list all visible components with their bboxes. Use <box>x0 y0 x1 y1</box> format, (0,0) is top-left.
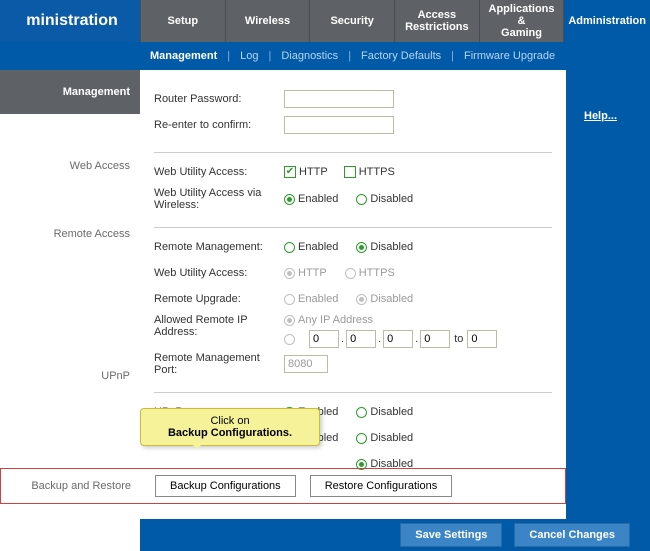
radio-icon <box>284 242 295 253</box>
radio-rm-disabled[interactable]: Disabled <box>356 241 413 253</box>
ip-to-label: to <box>454 333 463 345</box>
radio-icon <box>356 294 367 305</box>
radio-icon <box>356 194 367 205</box>
label-web-util-wireless: Web Utility Access via Wireless: <box>154 187 284 211</box>
radio-label: Disabled <box>370 241 413 253</box>
tab-access-restrictions[interactable]: Access Restrictions <box>394 0 479 42</box>
ip-octet-3[interactable] <box>383 330 413 348</box>
tab-setup[interactable]: Setup <box>140 0 225 42</box>
reenter-password-input[interactable] <box>284 116 394 134</box>
radio-icon <box>356 407 367 418</box>
radio-label: HTTP <box>298 267 327 279</box>
backup-configurations-button[interactable]: Backup Configurations <box>155 475 296 497</box>
router-password-input[interactable] <box>284 90 394 108</box>
radio-label: Disabled <box>370 193 413 205</box>
ip-octet-1[interactable] <box>309 330 339 348</box>
label-remote-upgrade: Remote Upgrade: <box>154 293 284 305</box>
radio-icon <box>284 315 295 326</box>
help-link[interactable]: Help... <box>566 110 650 122</box>
subtab-log[interactable]: Log <box>230 50 268 62</box>
radio-icon <box>356 242 367 253</box>
checkbox-http-label: HTTP <box>299 166 328 178</box>
radio-ru-enabled[interactable]: Enabled <box>284 293 338 305</box>
radio-label: HTTPS <box>359 267 395 279</box>
radio-icon <box>284 268 295 279</box>
label-web-util-access: Web Utility Access: <box>154 166 284 178</box>
label-remote-web-util: Web Utility Access: <box>154 267 284 279</box>
radio-rwu-http[interactable]: HTTP <box>284 267 327 279</box>
radio-label: Disabled <box>370 432 413 444</box>
check-icon <box>344 166 356 178</box>
backup-restore-section: Backup and Restore Backup Configurations… <box>0 468 566 504</box>
subtab-factory-defaults[interactable]: Factory Defaults <box>351 50 451 62</box>
radio-any-ip[interactable]: Any IP Address <box>284 314 373 326</box>
cancel-changes-button[interactable]: Cancel Changes <box>514 523 630 547</box>
restore-configurations-button[interactable]: Restore Configurations <box>310 475 453 497</box>
remote-port-input[interactable] <box>284 355 328 373</box>
help-panel: Help... <box>566 70 650 551</box>
radio-icon <box>345 268 356 279</box>
brand-title: ministration <box>0 0 140 42</box>
radio-wua-enabled[interactable]: Enabled <box>284 193 338 205</box>
radio-icon <box>284 194 295 205</box>
checkbox-https[interactable]: HTTPS <box>344 166 395 178</box>
callout-line1: Click on <box>210 415 249 427</box>
section-upnp: UPnP <box>0 354 140 398</box>
section-remote-access: Remote Access <box>0 212 140 256</box>
sub-tab-bar: Management | Log | Diagnostics | Factory… <box>0 42 650 70</box>
tab-wireless[interactable]: Wireless <box>225 0 310 42</box>
radio-rwu-https[interactable]: HTTPS <box>345 267 395 279</box>
radio-rm-enabled[interactable]: Enabled <box>284 241 338 253</box>
label-allowed-ip: Allowed Remote IP Address: <box>154 314 284 338</box>
subtab-management[interactable]: Management <box>140 50 227 62</box>
ip-range-to[interactable] <box>467 330 497 348</box>
section-management: Management <box>0 70 140 114</box>
tab-applications-gaming[interactable]: Applications & Gaming <box>479 0 564 42</box>
section-web-access: Web Access <box>0 144 140 188</box>
save-settings-button[interactable]: Save Settings <box>400 523 502 547</box>
subtab-diagnostics[interactable]: Diagnostics <box>271 50 348 62</box>
radio-label: Enabled <box>298 193 338 205</box>
radio-label: Disabled <box>370 293 413 305</box>
callout-line2: Backup Configurations. <box>145 427 315 439</box>
instruction-callout: Click on Backup Configurations. <box>140 408 320 446</box>
tab-security[interactable]: Security <box>309 0 394 42</box>
radio-wua-disabled[interactable]: Disabled <box>356 193 413 205</box>
checkbox-http[interactable]: HTTP <box>284 166 328 178</box>
block-password: Router Password: Re-enter to confirm: <box>154 80 552 153</box>
radio-allow-disabled[interactable]: Disabled <box>356 432 413 444</box>
check-icon <box>284 166 296 178</box>
block-remote-access: Remote Management: Enabled Disabled Web … <box>154 228 552 393</box>
subtab-firmware-upgrade[interactable]: Firmware Upgrade <box>454 50 565 62</box>
label-remote-mgmt: Remote Management: <box>154 241 284 253</box>
tab-administration[interactable]: Administration <box>563 0 650 42</box>
main-tab-bar: ministration Setup Wireless Security Acc… <box>0 0 650 42</box>
section-backup-restore: Backup and Restore <box>1 480 141 492</box>
radio-icon <box>284 294 295 305</box>
radio-upnp-disabled[interactable]: Disabled <box>356 406 413 418</box>
radio-label: Disabled <box>370 406 413 418</box>
radio-label: Any IP Address <box>298 314 373 326</box>
radio-label: Enabled <box>298 241 338 253</box>
label-reenter: Re-enter to confirm: <box>154 119 284 131</box>
ip-octet-2[interactable] <box>346 330 376 348</box>
ip-octet-4[interactable] <box>420 330 450 348</box>
label-remote-port: Remote Management Port: <box>154 352 284 376</box>
footer-bar: Save Settings Cancel Changes <box>140 519 650 551</box>
block-web-access: Web Utility Access: HTTP HTTPS Web Utili… <box>154 153 552 228</box>
radio-specific-ip[interactable] <box>284 334 295 345</box>
radio-label: Enabled <box>298 293 338 305</box>
checkbox-https-label: HTTPS <box>359 166 395 178</box>
radio-icon <box>356 433 367 444</box>
radio-icon <box>284 334 295 345</box>
radio-ru-disabled[interactable]: Disabled <box>356 293 413 305</box>
label-router-password: Router Password: <box>154 93 284 105</box>
